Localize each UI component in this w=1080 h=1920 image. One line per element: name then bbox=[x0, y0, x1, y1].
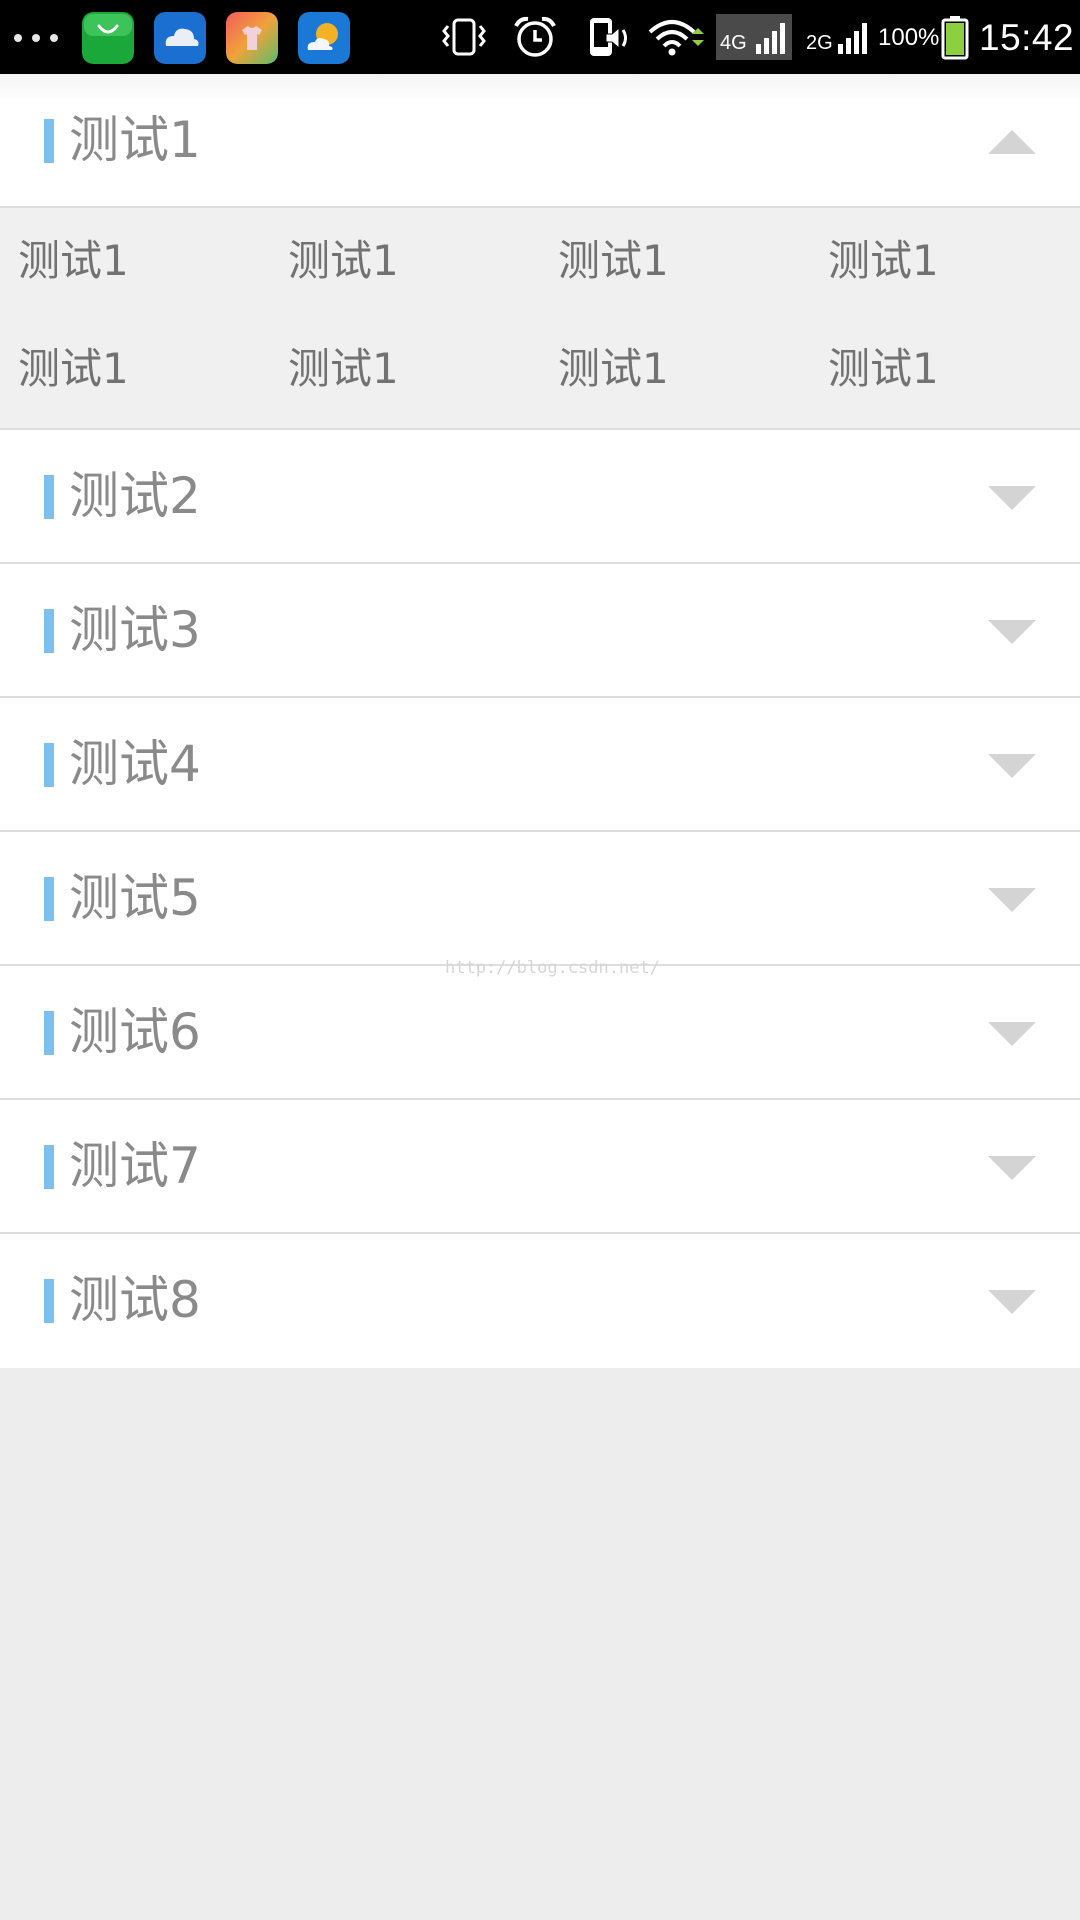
app-store-icon bbox=[82, 12, 134, 64]
expand-arrow-icon bbox=[988, 754, 1036, 778]
theme-app-icon bbox=[226, 12, 278, 64]
collapse-arrow-icon bbox=[988, 130, 1036, 154]
child-item[interactable]: 测试1 bbox=[540, 208, 810, 316]
child-item[interactable]: 测试1 bbox=[0, 208, 270, 316]
wifi-icon bbox=[648, 20, 704, 56]
clock: 15:42 bbox=[979, 17, 1075, 58]
expand-arrow-icon bbox=[988, 1156, 1036, 1180]
battery-icon bbox=[941, 16, 969, 60]
group-title: 测试1 bbox=[69, 111, 201, 169]
child-item[interactable]: 测试1 bbox=[270, 316, 540, 424]
child-item-label: 测试1 bbox=[828, 344, 939, 393]
watermark: http://blog.csdn.net/ bbox=[445, 958, 660, 978]
vibrate-icon bbox=[442, 18, 486, 56]
group-header-3[interactable]: 测试3 bbox=[0, 564, 1080, 698]
network-4g-label: 4G bbox=[720, 32, 747, 54]
group-header-6[interactable]: 测试6 bbox=[0, 966, 1080, 1100]
signal-4g-icon: 4G bbox=[716, 14, 792, 60]
group-title: 测试2 bbox=[69, 467, 201, 525]
battery-percent: 100% bbox=[878, 24, 940, 51]
expand-arrow-icon bbox=[988, 1290, 1036, 1314]
phone-speaker-icon bbox=[590, 18, 627, 56]
accent-bar bbox=[44, 1011, 54, 1055]
cloud-app-icon bbox=[154, 12, 206, 64]
group-title: 测试6 bbox=[69, 1003, 201, 1061]
child-item[interactable]: 测试1 bbox=[270, 208, 540, 316]
signal-2g-icon: 2G bbox=[804, 14, 874, 60]
group-header-8[interactable]: 测试8 bbox=[0, 1234, 1080, 1368]
child-item[interactable]: 测试1 bbox=[810, 316, 1080, 424]
group-title: 测试3 bbox=[69, 601, 201, 659]
expandable-list: 测试1 测试1 测试1 测试1 测试1 测试1 测试1 测试1 测试1 测试2 … bbox=[0, 74, 1080, 1368]
child-item-label: 测试1 bbox=[558, 236, 669, 285]
group-1-children: 测试1 测试1 测试1 测试1 测试1 测试1 测试1 测试1 bbox=[0, 208, 1080, 430]
more-dots-icon bbox=[14, 34, 60, 42]
child-item-label: 测试1 bbox=[18, 344, 129, 393]
accent-bar bbox=[44, 475, 54, 519]
expand-arrow-icon bbox=[988, 888, 1036, 912]
child-item-label: 测试1 bbox=[288, 344, 399, 393]
expand-arrow-icon bbox=[988, 620, 1036, 644]
expand-arrow-icon bbox=[988, 486, 1036, 510]
child-item[interactable]: 测试1 bbox=[0, 316, 270, 424]
accent-bar bbox=[44, 1145, 54, 1189]
group-title: 测试5 bbox=[69, 869, 201, 927]
child-item-label: 测试1 bbox=[558, 344, 669, 393]
accent-bar bbox=[44, 119, 54, 163]
child-item[interactable]: 测试1 bbox=[540, 316, 810, 424]
group-title: 测试8 bbox=[69, 1271, 201, 1329]
accent-bar bbox=[44, 743, 54, 787]
group-header-2[interactable]: 测试2 bbox=[0, 430, 1080, 564]
group-header-7[interactable]: 测试7 bbox=[0, 1100, 1080, 1234]
alarm-icon bbox=[514, 16, 556, 57]
child-item-label: 测试1 bbox=[828, 236, 939, 285]
child-item-label: 测试1 bbox=[288, 236, 399, 285]
network-2g-label: 2G bbox=[806, 32, 833, 54]
status-bar: 4G 2G 100% 15:42 bbox=[0, 0, 1080, 74]
weather-app-icon bbox=[298, 12, 350, 64]
child-item[interactable]: 测试1 bbox=[810, 208, 1080, 316]
accent-bar bbox=[44, 877, 54, 921]
group-title: 测试4 bbox=[69, 735, 201, 793]
child-item-label: 测试1 bbox=[18, 236, 129, 285]
group-header-1[interactable]: 测试1 bbox=[0, 74, 1080, 208]
group-title: 测试7 bbox=[69, 1137, 201, 1195]
group-header-5[interactable]: 测试5 bbox=[0, 832, 1080, 966]
accent-bar bbox=[44, 1279, 54, 1323]
expand-arrow-icon bbox=[988, 1022, 1036, 1046]
accent-bar bbox=[44, 609, 54, 653]
group-header-4[interactable]: 测试4 bbox=[0, 698, 1080, 832]
